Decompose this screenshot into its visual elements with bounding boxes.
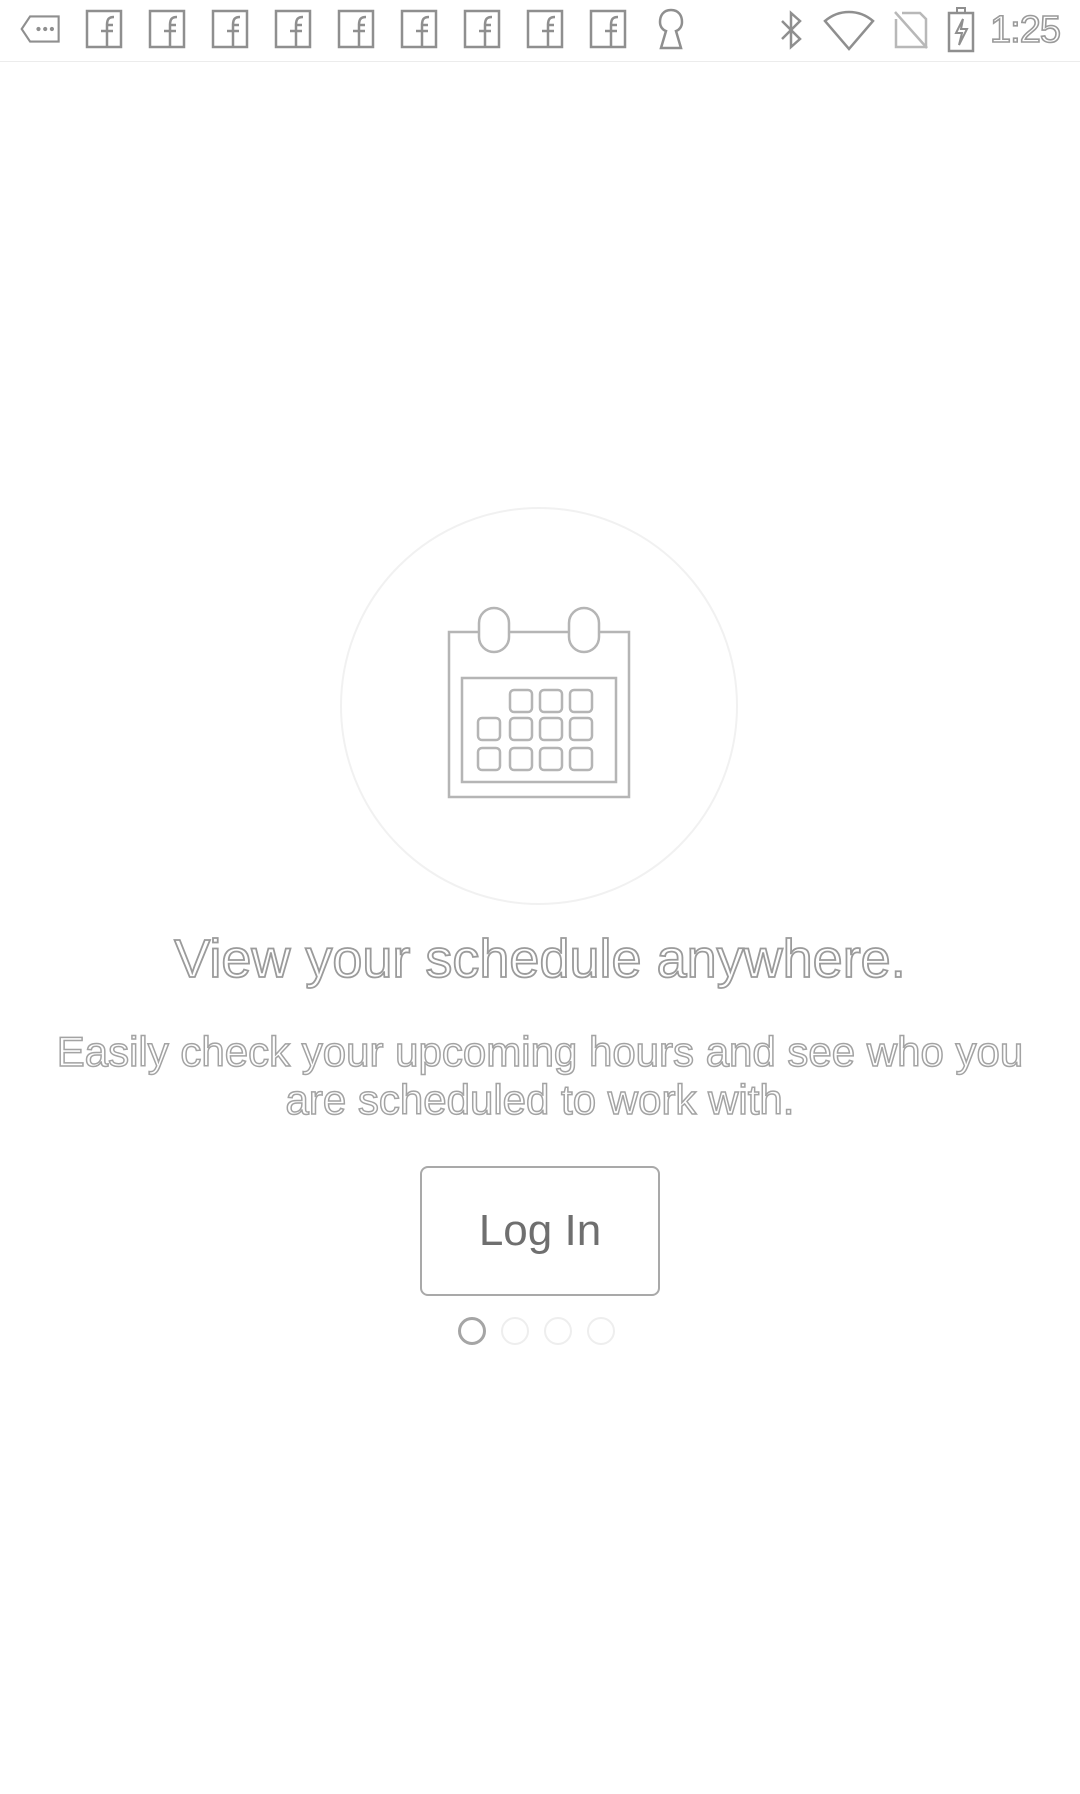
page-indicator <box>458 1317 630 1345</box>
notification-icons <box>20 8 713 50</box>
bluetooth-icon <box>776 9 806 51</box>
facebook-icon <box>83 8 125 50</box>
onboarding-headline: View your schedule anywhere. <box>173 928 906 990</box>
facebook-icon <box>461 8 503 50</box>
page-dot-1[interactable] <box>458 1317 486 1345</box>
calendar-icon <box>444 606 634 807</box>
facebook-icon <box>146 8 188 50</box>
page-dot-2[interactable] <box>501 1317 529 1345</box>
login-button[interactable]: Log In <box>420 1166 660 1296</box>
facebook-icon <box>335 8 377 50</box>
page-dot-3[interactable] <box>544 1317 572 1345</box>
hero-circle <box>340 507 738 905</box>
facebook-icon <box>587 8 629 50</box>
facebook-icon <box>398 8 440 50</box>
status-bar: 1:25 <box>0 0 1080 62</box>
facebook-icon <box>524 8 566 50</box>
facebook-icon <box>209 8 251 50</box>
battery-charging-icon <box>946 7 976 53</box>
no-sim-icon <box>892 9 930 51</box>
wifi-icon <box>822 9 876 51</box>
page-dot-4[interactable] <box>587 1317 615 1345</box>
keyhole-lock-icon <box>650 8 692 50</box>
login-button-label: Log In <box>478 1206 602 1255</box>
onboarding-screen: 1:25 View your schedule anywhere. Easily… <box>0 0 1080 1794</box>
system-status-icons: 1:25 <box>760 6 1062 54</box>
facebook-icon <box>272 8 314 50</box>
onboarding-subtitle: Easily check your upcoming hours and see… <box>56 1027 1024 1124</box>
status-clock: 1:25 <box>989 8 1062 52</box>
more-notifications-icon <box>20 8 62 50</box>
